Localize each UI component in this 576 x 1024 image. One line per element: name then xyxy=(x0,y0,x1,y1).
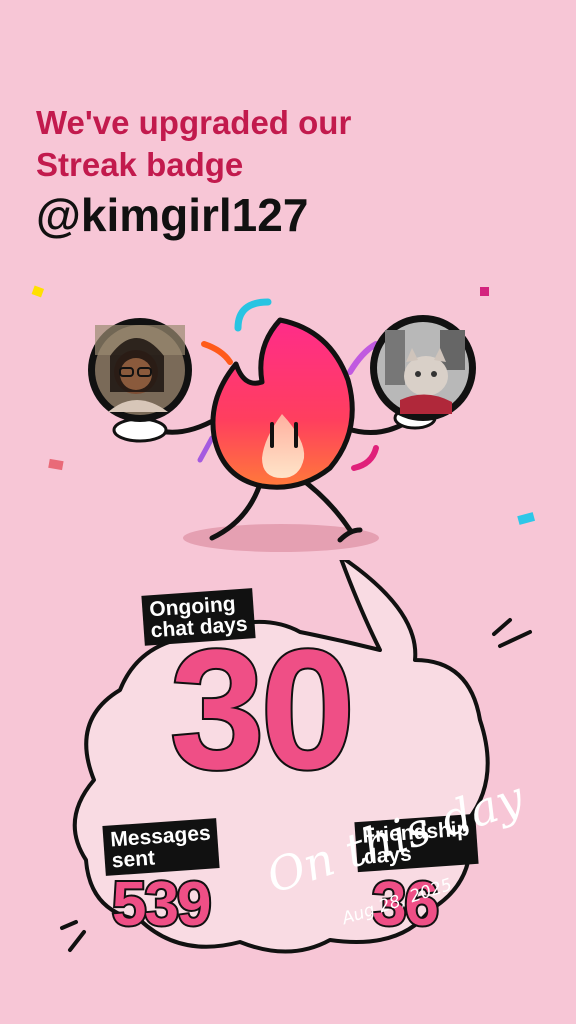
headline-line-1: We've upgraded our xyxy=(36,104,352,141)
ongoing-chat-days-value: 30 xyxy=(168,615,357,805)
friend-avatar xyxy=(370,315,476,421)
user-avatar xyxy=(88,318,192,422)
headline: We've upgraded our Streak badge xyxy=(36,102,496,186)
left-hand xyxy=(112,417,168,443)
flame-mascot-scene xyxy=(31,285,536,552)
motion-lines-left xyxy=(60,920,86,952)
motion-lines-right xyxy=(492,618,532,648)
headline-line-2: Streak badge xyxy=(36,146,244,183)
messages-sent-label: Messages sent xyxy=(102,818,221,876)
messages-sent-value: 539 xyxy=(110,868,213,941)
username-handle: @kimgirl127 xyxy=(36,189,309,241)
